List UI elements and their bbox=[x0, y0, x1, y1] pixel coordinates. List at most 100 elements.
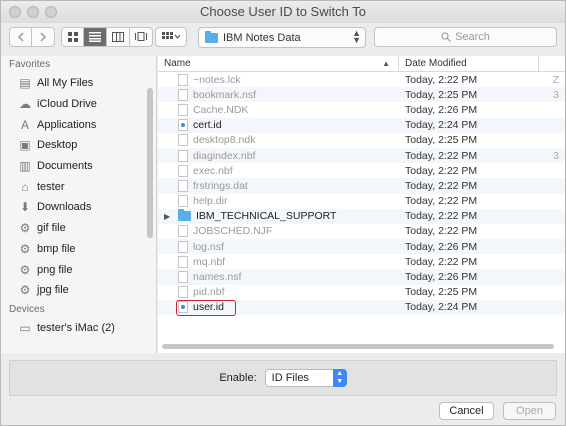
columns-icon bbox=[112, 32, 124, 42]
gear-icon: ⚙ bbox=[19, 241, 31, 256]
sidebar-item-label: png file bbox=[37, 263, 73, 276]
document-icon bbox=[178, 134, 188, 147]
updown-chevron-icon: ▲ ▼ bbox=[332, 369, 347, 387]
downloads-icon: ⬇ bbox=[19, 200, 31, 215]
sort-ascending-icon: ▲ bbox=[382, 59, 390, 68]
sidebar-item[interactable]: ⚙ jpg file bbox=[1, 280, 156, 301]
document-icon bbox=[178, 149, 188, 162]
sidebar-scrollbar[interactable] bbox=[147, 88, 153, 238]
arrange-button[interactable] bbox=[155, 27, 187, 47]
chevron-left-icon bbox=[17, 32, 24, 42]
folder-icon bbox=[178, 209, 191, 222]
date-modified-column-header[interactable]: Date Modified bbox=[399, 56, 539, 71]
document-icon bbox=[178, 103, 188, 116]
icon-view-button[interactable] bbox=[61, 27, 84, 47]
document-icon bbox=[178, 73, 188, 86]
file-name: exec.nbf bbox=[193, 164, 233, 177]
imac-icon: ▭ bbox=[19, 320, 31, 335]
sidebar-item[interactable]: ⬇ Downloads bbox=[1, 197, 156, 218]
file-row[interactable]: user.id Today, 2:24 PM bbox=[158, 299, 565, 317]
forward-button[interactable] bbox=[32, 27, 55, 47]
view-switcher bbox=[61, 27, 153, 47]
sidebar-item-label: Downloads bbox=[37, 201, 92, 214]
file-row: pid.nbf Today, 2:25 PM bbox=[158, 285, 565, 300]
folder-icon bbox=[205, 30, 218, 43]
document-icon bbox=[178, 286, 188, 299]
sidebar-item[interactable]: ☁ iCloud Drive bbox=[1, 94, 156, 115]
search-input[interactable]: Search bbox=[374, 27, 557, 47]
gear-icon: ⚙ bbox=[19, 283, 31, 298]
file-name: frstrings.dat bbox=[193, 179, 248, 192]
sidebar-item[interactable]: ▭ tester's iMac (2) bbox=[1, 318, 156, 339]
enable-file-type-select[interactable]: ID Files ▲ ▼ bbox=[264, 369, 347, 387]
file-date-cell: Today, 2:26 PM bbox=[405, 240, 478, 253]
file-extra-cell: 3 bbox=[553, 149, 559, 162]
document-icon bbox=[178, 255, 188, 268]
minimize-window-button[interactable] bbox=[27, 6, 39, 18]
enable-label: Enable: bbox=[219, 372, 257, 384]
sidebar-item[interactable]: ⚙ bmp file bbox=[1, 239, 156, 260]
file-row[interactable]: cert.id Today, 2:24 PM bbox=[158, 117, 565, 133]
file-name: IBM_TECHNICAL_SUPPORT bbox=[196, 210, 337, 223]
sidebar-item[interactable]: ⌂ tester bbox=[1, 176, 156, 197]
sidebar-item-label: jpg file bbox=[37, 284, 69, 297]
open-button[interactable]: Open bbox=[503, 402, 556, 420]
back-button[interactable] bbox=[9, 27, 32, 47]
window-title: Choose User ID to Switch To bbox=[200, 4, 366, 19]
horizontal-scrollbar[interactable] bbox=[162, 344, 554, 349]
close-window-button[interactable] bbox=[9, 6, 21, 18]
document-icon bbox=[178, 240, 188, 253]
file-row: frstrings.dat Today, 2:22 PM bbox=[158, 178, 565, 194]
home-icon: ⌂ bbox=[21, 179, 29, 194]
name-column-header[interactable]: Name ▲ bbox=[158, 56, 399, 71]
file-row: exec.nbf Today, 2:22 PM bbox=[158, 163, 565, 178]
file-row[interactable]: ▶ IBM_TECHNICAL_SUPPORT Today, 2:22 PM bbox=[158, 208, 565, 224]
file-date-cell: Today, 2:22 PM bbox=[405, 164, 478, 177]
cancel-button[interactable]: Cancel bbox=[439, 402, 494, 420]
column-view-button[interactable] bbox=[107, 27, 130, 47]
list-view-button[interactable] bbox=[84, 27, 107, 47]
file-name-cell: Cache.NDK bbox=[158, 103, 399, 116]
sidebar-item[interactable]: ▤ All My Files bbox=[1, 73, 156, 94]
sidebar-item[interactable]: ▥ Documents bbox=[1, 156, 156, 177]
file-name-cell: log.nsf bbox=[158, 240, 399, 253]
sidebar-item[interactable]: ▣ Desktop bbox=[1, 135, 156, 156]
devices-heading: Devices bbox=[9, 303, 45, 315]
file-date-cell: Today, 2:25 PM bbox=[405, 134, 478, 147]
file-name: log.nsf bbox=[193, 240, 224, 253]
coverflow-view-button[interactable] bbox=[130, 27, 153, 47]
file-name-cell: user.id bbox=[158, 300, 399, 317]
sidebar-item[interactable]: A Applications bbox=[1, 114, 156, 135]
file-row: Cache.NDK Today, 2:26 PM bbox=[158, 102, 565, 117]
file-date-cell: Today, 2:22 PM bbox=[405, 225, 478, 238]
disclosure-triangle-icon[interactable]: ▶ bbox=[164, 212, 170, 221]
file-date-cell: Today, 2:26 PM bbox=[405, 271, 478, 284]
file-row: ~notes.lck Today, 2:22 PM Z bbox=[158, 72, 565, 87]
column-header: Name ▲ Date Modified bbox=[158, 56, 565, 72]
sidebar-item[interactable]: ⚙ png file bbox=[1, 259, 156, 280]
name-column-label: Name bbox=[164, 58, 191, 69]
desktop-icon: ▣ bbox=[19, 138, 31, 153]
file-date-cell: Today, 2:22 PM bbox=[405, 149, 478, 162]
coverflow-icon bbox=[135, 32, 147, 41]
file-name-cell: cert.id bbox=[158, 119, 399, 132]
enable-select-value: ID Files bbox=[271, 372, 309, 384]
extra-column-header[interactable] bbox=[539, 56, 545, 71]
file-name: diagindex.nbf bbox=[193, 149, 256, 162]
file-date-cell: Today, 2:22 PM bbox=[405, 179, 478, 192]
location-popup[interactable]: IBM Notes Data ▲ ▼ bbox=[198, 27, 366, 48]
file-row: mq.nbf Today, 2:22 PM bbox=[158, 254, 565, 269]
document-icon bbox=[178, 88, 188, 101]
title-bar: Choose User ID to Switch To bbox=[1, 1, 565, 23]
zoom-window-button[interactable] bbox=[45, 6, 57, 18]
search-icon bbox=[441, 32, 451, 42]
date-column-label: Date Modified bbox=[405, 58, 467, 69]
file-date-cell: Today, 2:24 PM bbox=[405, 301, 478, 314]
file-name: mq.nbf bbox=[193, 255, 226, 268]
sidebar-item[interactable]: ⚙ gif file bbox=[1, 218, 156, 239]
document-icon bbox=[178, 225, 188, 238]
file-name: pid.nbf bbox=[193, 286, 225, 299]
file-name-cell: mq.nbf bbox=[158, 255, 399, 268]
file-row: help.dir Today, 2:22 PM bbox=[158, 194, 565, 209]
file-date-cell: Today, 2:22 PM bbox=[405, 195, 478, 208]
